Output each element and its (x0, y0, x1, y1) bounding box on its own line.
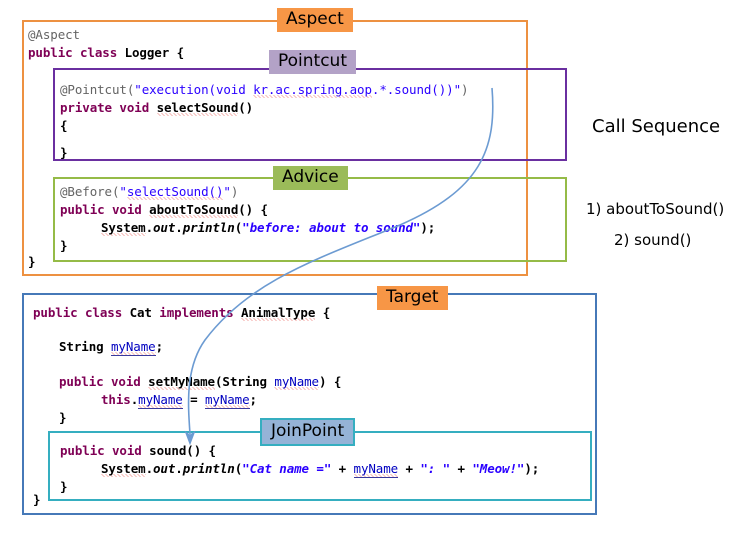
target-setter-close-brace: } (59, 410, 67, 425)
kw-void: void (119, 100, 150, 115)
pointcut-open-brace: { (60, 118, 68, 133)
kw-void: void (112, 443, 142, 458)
advice-annotation: @Before( (60, 184, 120, 199)
joinpoint-code-line-1: public void sound() { (60, 443, 216, 458)
target-param-name: myName (274, 374, 319, 390)
advice-code-line-3: System.out.println("before: about to sou… (101, 220, 436, 236)
joinpoint-method-name: sound (149, 443, 187, 458)
advice-method-rest: () { (238, 202, 268, 217)
kw-this: this (101, 392, 131, 407)
advice-label: Advice (273, 166, 348, 190)
aspect-label: Aspect (277, 8, 353, 32)
target-field-type: String (59, 339, 104, 354)
advice-code-line-1: @Before("selectSound()") (60, 183, 238, 201)
out-token: out (153, 461, 176, 476)
kw-public: public (59, 374, 104, 389)
joinpoint-close-brace: } (60, 479, 68, 494)
joinpoint-label: JoinPoint (260, 418, 356, 446)
kw-private: private (60, 100, 112, 115)
target-label: Target (377, 286, 448, 310)
joinpoint-code-line-2: System.out.println("Cat name =" + myName… (101, 461, 540, 478)
target-class-name: Cat (129, 305, 152, 320)
pointcut-string-open: "execution(void (134, 82, 254, 97)
aspect-closing-brace: } (28, 254, 36, 269)
pointcut-string-rest: .*.sound())" (371, 82, 461, 97)
kw-class: class (80, 45, 118, 60)
target-open-brace: { (322, 305, 331, 320)
joinpoint-string-3: "Meow!" (472, 461, 525, 476)
advice-quote-1: " (119, 184, 127, 199)
pointcut-close-brace: } (60, 145, 68, 160)
advice-referenced-pointcut: selectSound() (126, 184, 224, 200)
aspect-open-brace: { (176, 45, 185, 60)
pointcut-label: Pointcut (269, 50, 356, 74)
diagram-canvas: @Aspect public class Logger { } @Pointcu… (0, 0, 732, 535)
println-token: println (182, 461, 235, 476)
pointcut-code-line-2: private void selectSound() (60, 99, 253, 117)
target-interface-name: AnimalType (241, 305, 316, 321)
pointcut-method-name: selectSound (156, 100, 239, 116)
aspect-code-line-2: public class Logger { (28, 44, 184, 62)
target-assign-value: myName (204, 392, 250, 409)
kw-void: void (112, 202, 142, 217)
kw-public: public (60, 443, 105, 458)
kw-void: void (111, 374, 141, 389)
kw-public: public (33, 305, 78, 320)
target-code-line-4: this.myName = myName; (101, 392, 257, 409)
kw-class: class (85, 305, 123, 320)
call-sequence-item-2: 2) sound() (614, 231, 692, 249)
aspect-code-line-1: @Aspect (28, 26, 80, 44)
kw-public: public (60, 202, 105, 217)
advice-code-line-2: public void aboutToSound() { (60, 201, 268, 219)
target-field-name: myName (111, 339, 156, 356)
joinpoint-string-2: ": " (420, 461, 451, 476)
joinpoint-variable: myName (353, 461, 399, 478)
advice-quote-2: " (223, 184, 231, 199)
target-closing-brace: } (33, 492, 41, 507)
pointcut-method-parens: () (238, 100, 254, 115)
target-param-type: String (222, 374, 267, 389)
target-code-line-1: public class Cat implements AnimalType { (33, 304, 330, 322)
kw-public: public (28, 45, 73, 60)
target-this-field: myName (138, 392, 183, 409)
out-token: out (153, 220, 176, 235)
pointcut-close-paren: ) (461, 82, 469, 97)
target-code-line-3: public void setMyName(String myName) { (59, 374, 342, 390)
system-token: System (101, 220, 146, 236)
system-token: System (101, 461, 146, 477)
advice-method-name: aboutToSound (149, 202, 239, 218)
aspect-class-name: Logger (124, 45, 170, 60)
aspect-annotation: @Aspect (28, 27, 80, 42)
advice-message-string: "before: about to sound" (242, 220, 421, 235)
advice-close-paren: ) (230, 184, 239, 199)
call-sequence-item-1: 1) aboutToSound() (586, 200, 725, 218)
println-token: println (182, 220, 235, 235)
pointcut-code-line-1: @Pointcut("execution(void kr.ac.spring.a… (60, 81, 469, 99)
target-code-line-2: String myName; (59, 339, 163, 356)
pointcut-annotation: @Pointcut( (60, 82, 135, 97)
advice-close-brace: } (60, 238, 68, 253)
call-sequence-title: Call Sequence (592, 116, 721, 137)
target-setter-name: setMyName (148, 374, 215, 390)
kw-implements: implements (159, 305, 234, 320)
pointcut-package: kr.ac.spring.aop (253, 82, 372, 98)
joinpoint-string-1: "Cat name =" (242, 461, 332, 476)
